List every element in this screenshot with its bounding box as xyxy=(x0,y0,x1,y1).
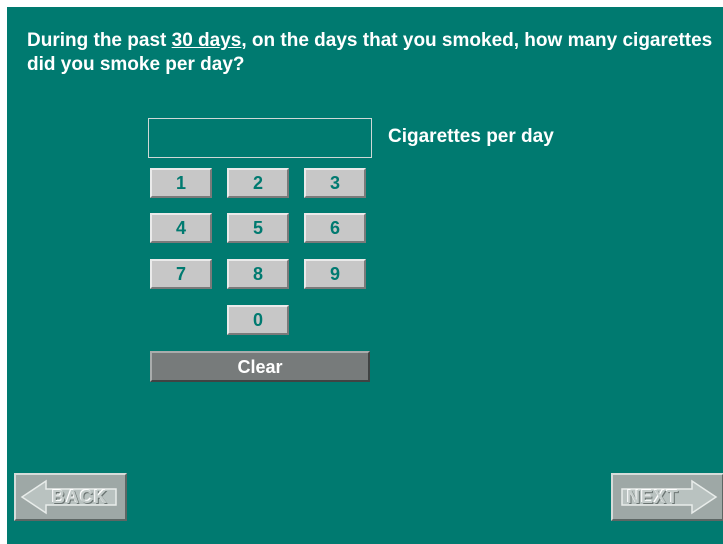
cigarettes-per-day-input[interactable] xyxy=(148,118,372,158)
back-button[interactable]: BACK xyxy=(14,473,127,521)
unit-label: Cigarettes per day xyxy=(388,126,554,147)
question-emphasis: 30 days xyxy=(171,30,242,51)
keypad-key-7[interactable]: 7 xyxy=(150,259,212,289)
next-label: NEXT xyxy=(627,487,680,507)
keypad-key-5[interactable]: 5 xyxy=(227,213,289,243)
question-part-1: During the past xyxy=(27,30,172,51)
keypad-key-4[interactable]: 4 xyxy=(150,213,212,243)
keypad-key-3[interactable]: 3 xyxy=(304,168,366,198)
keypad-key-1[interactable]: 1 xyxy=(150,168,212,198)
back-label: BACK xyxy=(52,487,108,507)
keypad-key-2[interactable]: 2 xyxy=(227,168,289,198)
keypad-key-6[interactable]: 6 xyxy=(304,213,366,243)
keypad-key-9[interactable]: 9 xyxy=(304,259,366,289)
question-text: During the past 30 days, on the days tha… xyxy=(27,29,717,77)
keypad-key-8[interactable]: 8 xyxy=(227,259,289,289)
survey-screen: During the past 30 days, on the days tha… xyxy=(7,7,723,544)
next-button[interactable]: NEXT xyxy=(611,473,723,521)
keypad-key-0[interactable]: 0 xyxy=(227,305,289,335)
clear-button[interactable]: Clear xyxy=(150,351,370,382)
